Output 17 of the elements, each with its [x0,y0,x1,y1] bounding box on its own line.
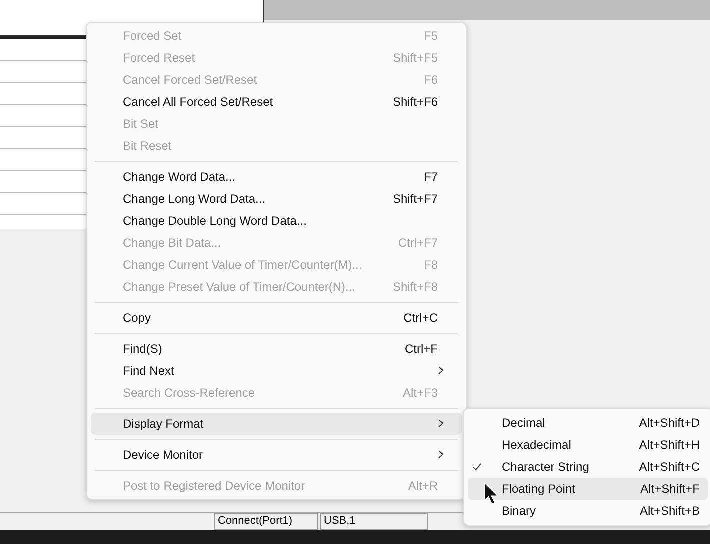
menu-item[interactable]: Floating Point Alt+Shift+F [468,478,708,500]
menu-item[interactable]: Change Long Word Data... Shift+F7 [91,188,462,210]
menu-item[interactable]: Cancel All Forced Set/Reset Shift+F6 [91,91,462,113]
menu-item[interactable]: Find(S) Ctrl+F [91,338,462,360]
menu-item[interactable]: Find Next [91,360,462,382]
menu-item[interactable]: Copy Ctrl+C [91,307,462,329]
mouse-pointer-icon [484,482,499,506]
menu-item[interactable]: Change Double Long Word Data... [91,210,462,232]
menu-item[interactable]: Change Word Data... F7 [91,166,462,188]
menu-item[interactable]: Binary Alt+Shift+B [468,500,708,522]
status-cell: Connect(Port1) [214,513,318,530]
menu-item[interactable]: Device Monitor [91,444,462,466]
status-cell: USB,1 [320,513,428,530]
menu-item[interactable]: Display Format [91,413,462,435]
menu-item[interactable]: Hexadecimal Alt+Shift+H [468,434,708,456]
menu-item[interactable]: Decimal Alt+Shift+D [468,412,708,434]
menu-item[interactable]: Character String Alt+Shift+C [468,456,708,478]
